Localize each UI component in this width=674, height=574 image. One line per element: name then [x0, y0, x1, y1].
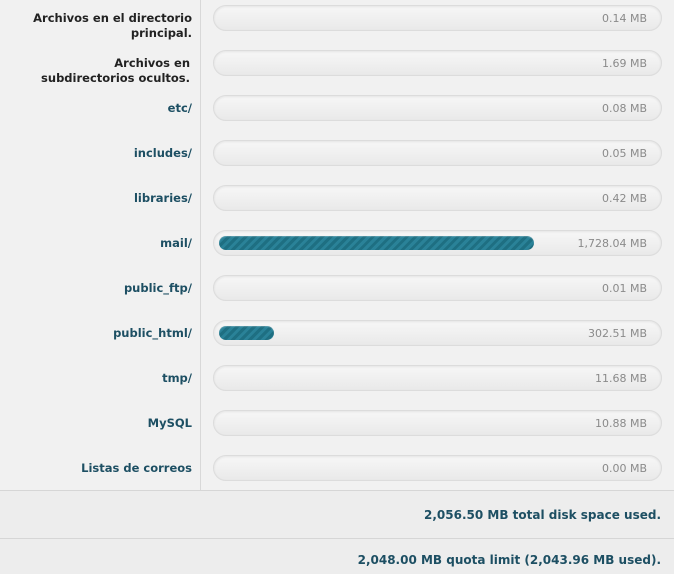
usage-row: etc/ 0.08 MB — [0, 90, 674, 135]
usage-row: Archivos en el directorio principal. 0.1… — [0, 0, 674, 45]
usage-row: mail/ 1,728.04 MB — [0, 225, 674, 270]
total-summary-row: 2,056.50 MB total disk space used. — [0, 490, 674, 538]
usage-bar: 0.01 MB — [213, 275, 662, 301]
usage-row: libraries/ 0.42 MB — [0, 180, 674, 225]
row-label-link[interactable]: libraries/ — [0, 191, 192, 206]
usage-bar: 0.42 MB — [213, 185, 662, 211]
usage-value: 0.05 MB — [601, 147, 647, 160]
quota-limit: 2,048.00 MB quota limit (2,043.96 MB use… — [357, 553, 661, 567]
usage-value: 0.14 MB — [601, 12, 647, 25]
usage-bar: 1.69 MB — [213, 50, 662, 76]
usage-row: MySQL 10.88 MB — [0, 405, 674, 450]
usage-bar: 302.51 MB — [213, 320, 662, 346]
usage-row: includes/ 0.05 MB — [0, 135, 674, 180]
usage-value: 0.08 MB — [601, 102, 647, 115]
usage-value: 0.00 MB — [601, 462, 647, 475]
usage-bar-fill — [219, 326, 274, 340]
usage-value: 0.42 MB — [601, 192, 647, 205]
row-label: Archivos en el directorio principal. — [33, 11, 192, 40]
usage-bar: 0.08 MB — [213, 95, 662, 121]
usage-value: 1,728.04 MB — [577, 237, 647, 250]
usage-bar: 10.88 MB — [213, 410, 662, 436]
row-label-link[interactable]: Listas de correos — [0, 461, 192, 476]
usage-row: Archivos en subdirectorios ocultos. 1.69… — [0, 45, 674, 90]
row-label-link[interactable]: mail/ — [0, 236, 192, 251]
usage-bar: 1,728.04 MB — [213, 230, 662, 256]
usage-value: 0.01 MB — [601, 282, 647, 295]
usage-value: 11.68 MB — [594, 372, 647, 385]
usage-row: public_ftp/ 0.01 MB — [0, 270, 674, 315]
disk-usage-table: Archivos en el directorio principal. 0.1… — [0, 0, 674, 490]
usage-bar: 0.05 MB — [213, 140, 662, 166]
usage-row: public_html/ 302.51 MB — [0, 315, 674, 360]
usage-row: tmp/ 11.68 MB — [0, 360, 674, 405]
usage-value: 302.51 MB — [587, 327, 647, 340]
usage-value: 1.69 MB — [601, 57, 647, 70]
total-disk-used: 2,056.50 MB total disk space used. — [424, 508, 661, 522]
usage-bar-fill — [219, 236, 534, 250]
quota-summary-row: 2,048.00 MB quota limit (2,043.96 MB use… — [0, 538, 674, 574]
row-label-link[interactable]: public_html/ — [0, 326, 192, 341]
usage-bar: 0.14 MB — [213, 5, 662, 31]
row-label-link[interactable]: public_ftp/ — [0, 281, 192, 296]
row-label-link[interactable]: tmp/ — [0, 371, 192, 386]
row-label-link[interactable]: etc/ — [0, 101, 192, 116]
usage-value: 10.88 MB — [594, 417, 647, 430]
usage-bar: 11.68 MB — [213, 365, 662, 391]
row-label-link[interactable]: MySQL — [0, 416, 192, 431]
usage-row: Listas de correos 0.00 MB — [0, 450, 674, 495]
row-label: Archivos en subdirectorios ocultos. — [41, 56, 190, 85]
row-label-link[interactable]: includes/ — [0, 146, 192, 161]
usage-bar: 0.00 MB — [213, 455, 662, 481]
